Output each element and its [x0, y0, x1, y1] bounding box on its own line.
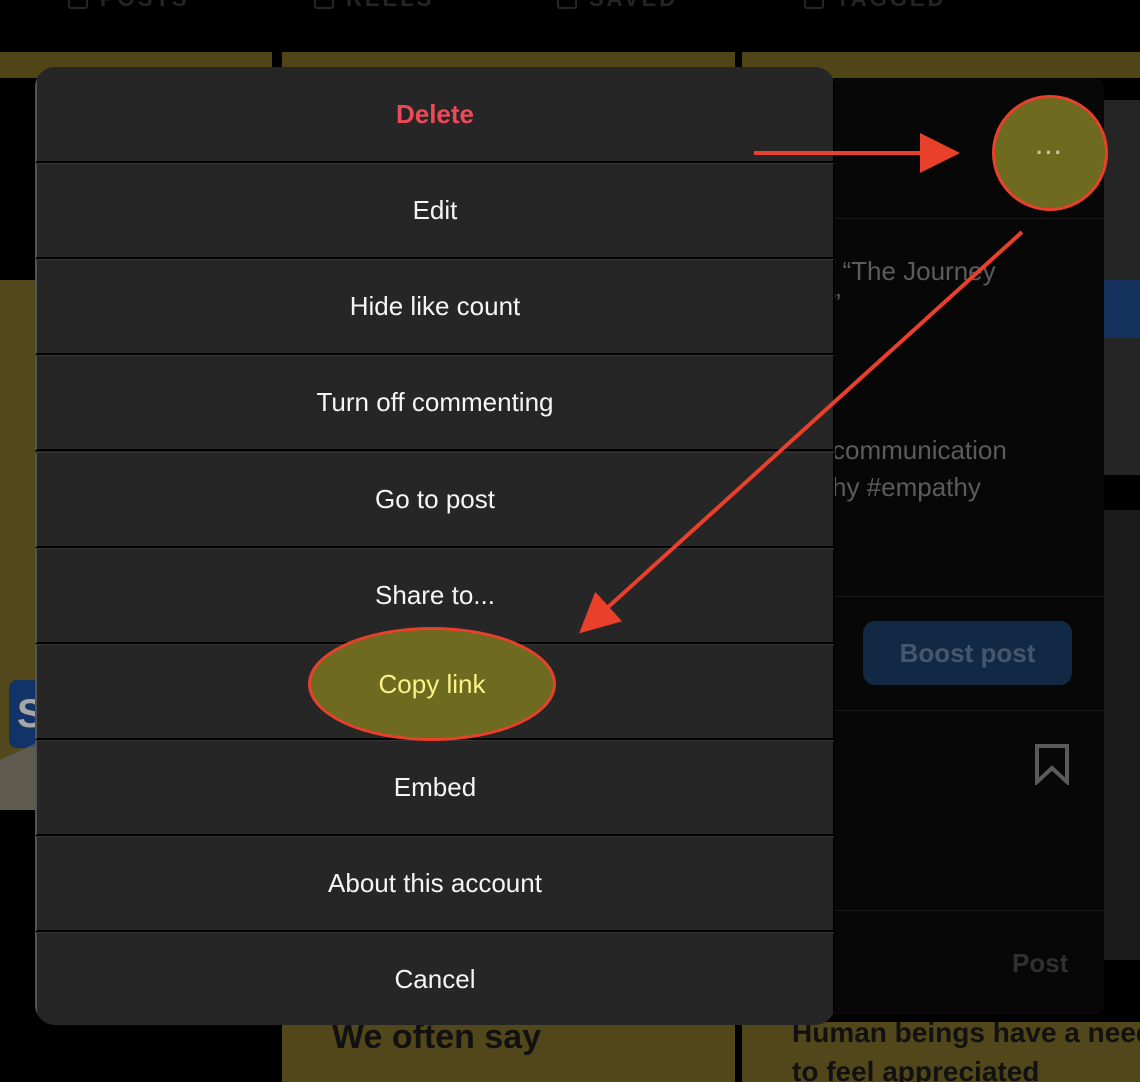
delete-button[interactable]: Delete	[35, 67, 835, 163]
more-options-icon: ···	[1036, 140, 1064, 165]
cancel-button[interactable]: Cancel	[35, 932, 835, 1025]
hide-like-count-button[interactable]: Hide like count	[35, 259, 835, 355]
more-options-button[interactable]: ···	[992, 95, 1108, 211]
embed-button[interactable]: Embed	[35, 740, 835, 836]
go-to-post-button[interactable]: Go to post	[35, 452, 835, 548]
turn-off-commenting-button[interactable]: Turn off commenting	[35, 355, 835, 451]
edit-button[interactable]: Edit	[35, 163, 835, 259]
copy-link-button[interactable]: Copy link	[308, 627, 556, 741]
about-this-account-button[interactable]: About this account	[35, 836, 835, 932]
post-options-sheet: Delete Edit Hide like count Turn off com…	[35, 67, 835, 1025]
copy-link-label: Copy link	[378, 668, 486, 699]
